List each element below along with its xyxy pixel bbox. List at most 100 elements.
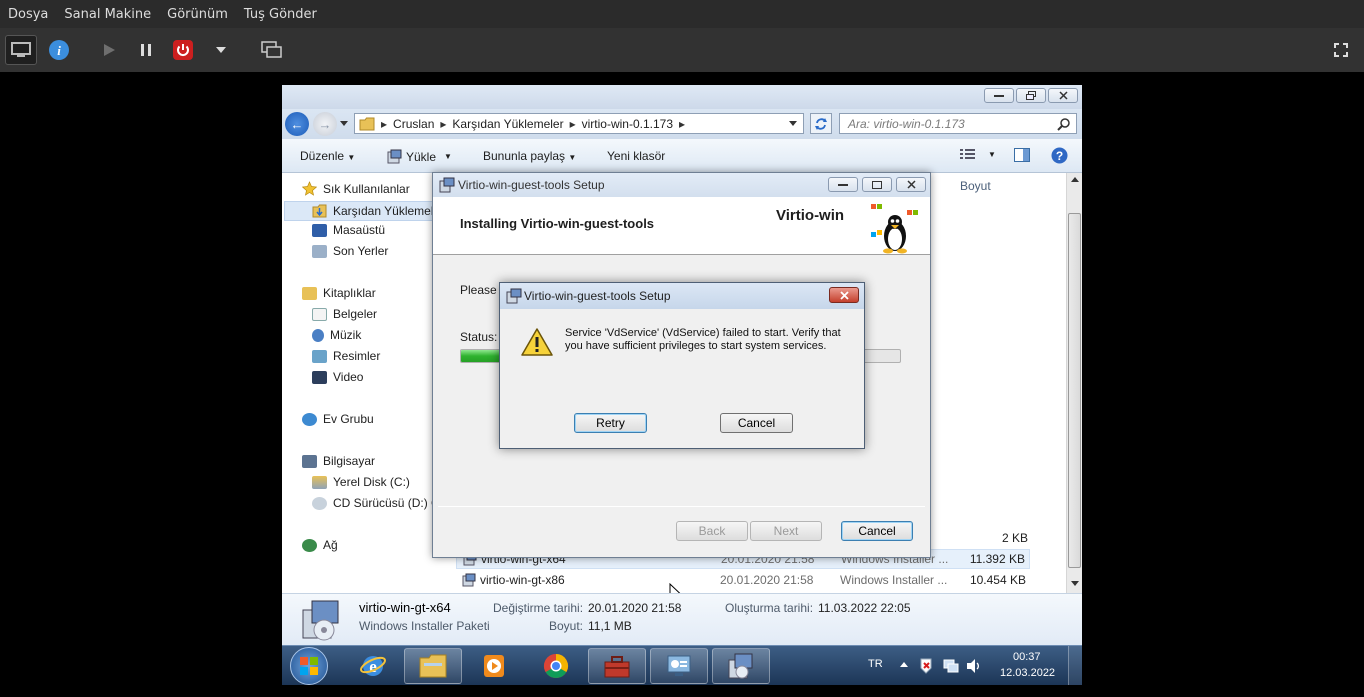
volume-icon[interactable] — [966, 658, 982, 674]
new-folder-button[interactable]: Yeni klasör — [607, 149, 665, 163]
show-desktop-button[interactable] — [1068, 646, 1082, 685]
nav-videos[interactable]: Video — [312, 370, 363, 384]
installer-file-icon — [462, 573, 476, 587]
run-button[interactable] — [93, 35, 125, 65]
start-button[interactable] — [290, 647, 328, 685]
refresh-button[interactable] — [810, 113, 832, 134]
host-toolbar: i — [0, 28, 1364, 72]
taskbar-explorer[interactable] — [404, 648, 462, 684]
file-size-cell: 2 KB — [1002, 531, 1029, 545]
power-icon — [173, 40, 193, 60]
error-close-button[interactable] — [829, 287, 859, 303]
music-icon — [312, 328, 324, 342]
setup-maximize-button[interactable] — [862, 177, 892, 192]
details-button[interactable]: i — [43, 35, 75, 65]
menu-send-key[interactable]: Tuş Gönder — [236, 7, 325, 22]
taskbar-setup[interactable] — [712, 648, 770, 684]
snapshots-button[interactable] — [256, 35, 288, 65]
taskbar-media-player[interactable] — [466, 648, 524, 684]
install-menu[interactable]: Yükle ▼ — [387, 149, 452, 164]
preview-pane-button[interactable] — [1014, 148, 1030, 165]
back-nav-button[interactable]: ← — [285, 112, 309, 136]
nav-pictures[interactable]: Resimler — [312, 349, 380, 363]
nav-label: Ağ — [323, 538, 338, 552]
forward-nav-button[interactable]: → — [313, 112, 337, 136]
nav-cd-drive[interactable]: CD Sürücüsü (D:) G — [312, 496, 440, 510]
nav-favorites[interactable]: Sık Kullanılanlar — [302, 181, 410, 196]
desktop-icon — [312, 223, 327, 237]
pause-button[interactable] — [130, 35, 162, 65]
search-input[interactable]: Ara: virtio-win-0.1.173 — [839, 113, 1077, 134]
table-row[interactable]: virtio-win-gt-x86 20.01.2020 21:58 Windo… — [456, 570, 1030, 590]
restore-button[interactable] — [1016, 88, 1046, 103]
file-date: 20.01.2020 21:58 — [720, 573, 814, 587]
network-status-icon[interactable] — [943, 659, 959, 673]
show-hidden-icons-icon[interactable] — [900, 662, 908, 668]
breadcrumb-item[interactable]: Cruslan — [393, 117, 434, 131]
error-cancel-button[interactable]: Cancel — [720, 413, 793, 433]
breadcrumb-item[interactable]: Karşıdan Yüklemeler — [452, 117, 563, 131]
menu-virtual-machine[interactable]: Sanal Makine — [56, 7, 159, 22]
new-folder-label: Yeni klasör — [607, 149, 666, 163]
minimize-button[interactable] — [984, 88, 1014, 103]
shutdown-menu-button[interactable] — [205, 35, 237, 65]
back-button[interactable]: Back — [676, 521, 748, 541]
nav-libraries[interactable]: Kitaplıklar — [302, 286, 376, 300]
setup-cancel-button[interactable]: Cancel — [841, 521, 913, 541]
taskbar-ie[interactable]: e — [344, 648, 402, 684]
nav-documents[interactable]: Belgeler — [312, 307, 377, 321]
scroll-up-arrow-icon[interactable] — [1071, 177, 1079, 183]
recent-pages-chevron-icon[interactable] — [340, 121, 348, 127]
setup-minimize-button[interactable] — [828, 177, 858, 192]
close-button[interactable] — [1048, 88, 1078, 103]
tux-windows-logo — [871, 204, 918, 254]
navigation-pane: Sık Kullanılanlar Karşıdan Yüklemeler Ma… — [282, 173, 454, 593]
nav-local-disk[interactable]: Yerel Disk (C:) — [312, 475, 410, 489]
nav-network[interactable]: Ağ — [302, 538, 338, 552]
refresh-icon — [815, 117, 827, 130]
view-options-button[interactable]: ▼ — [960, 148, 996, 160]
fullscreen-icon — [1334, 43, 1348, 57]
menu-view[interactable]: Görünüm — [159, 7, 236, 22]
action-center-icon[interactable] — [920, 658, 934, 674]
column-header-size[interactable]: Boyut — [960, 179, 991, 193]
address-bar[interactable]: ▸ Cruslan ▸ Karşıdan Yüklemeler ▸ virtio… — [354, 113, 804, 134]
internet-explorer-icon: e — [360, 656, 386, 676]
language-indicator[interactable]: TR — [868, 658, 883, 670]
taskbar-chrome[interactable] — [527, 648, 585, 684]
next-button[interactable]: Next — [750, 521, 822, 541]
address-dropdown-icon[interactable] — [789, 121, 797, 127]
menu-file[interactable]: Dosya — [0, 7, 56, 22]
status-label: Status: — [460, 330, 498, 344]
help-button[interactable]: ? — [1051, 147, 1068, 167]
taskbar-control-panel[interactable] — [650, 648, 708, 684]
fullscreen-button[interactable] — [1325, 35, 1357, 65]
console-view-button[interactable] — [5, 35, 37, 65]
details-pane: virtio-win-gt-x64 Windows Installer Pake… — [282, 593, 1082, 645]
clock-time[interactable]: 00:37 — [1013, 651, 1041, 663]
shutdown-button[interactable] — [167, 35, 199, 65]
breadcrumb-item[interactable]: virtio-win-0.1.173 — [582, 117, 673, 131]
nav-downloads[interactable]: Karşıdan Yüklemeler — [284, 201, 454, 221]
vertical-scrollbar[interactable] — [1066, 173, 1082, 593]
nav-music[interactable]: Müzik — [312, 328, 361, 342]
retry-button[interactable]: Retry — [574, 413, 647, 433]
nav-recent[interactable]: Son Yerler — [312, 244, 388, 258]
command-bar: Düzenle ▼ Yükle ▼ Bununla paylaş ▼ Yeni … — [282, 139, 1082, 173]
clock-date[interactable]: 12.03.2022 — [1000, 667, 1055, 679]
nav-computer[interactable]: Bilgisayar — [302, 454, 375, 468]
nav-label: Belgeler — [333, 307, 378, 321]
media-player-icon — [484, 655, 504, 677]
details-size-value: 11,1 MB — [588, 619, 632, 633]
scrollbar-thumb[interactable] — [1068, 213, 1081, 568]
setup-close-button[interactable] — [896, 177, 926, 192]
explorer-titlebar — [282, 85, 1082, 109]
share-menu[interactable]: Bununla paylaş ▼ — [483, 149, 576, 163]
scroll-down-arrow-icon[interactable] — [1071, 581, 1079, 587]
warning-icon — [521, 328, 553, 356]
nav-desktop[interactable]: Masaüstü — [312, 223, 385, 237]
organize-menu[interactable]: Düzenle ▼ — [300, 149, 355, 163]
preview-pane-icon — [1014, 148, 1030, 162]
nav-homegroup[interactable]: Ev Grubu — [302, 412, 374, 426]
taskbar-toolbox-app[interactable] — [588, 648, 646, 684]
